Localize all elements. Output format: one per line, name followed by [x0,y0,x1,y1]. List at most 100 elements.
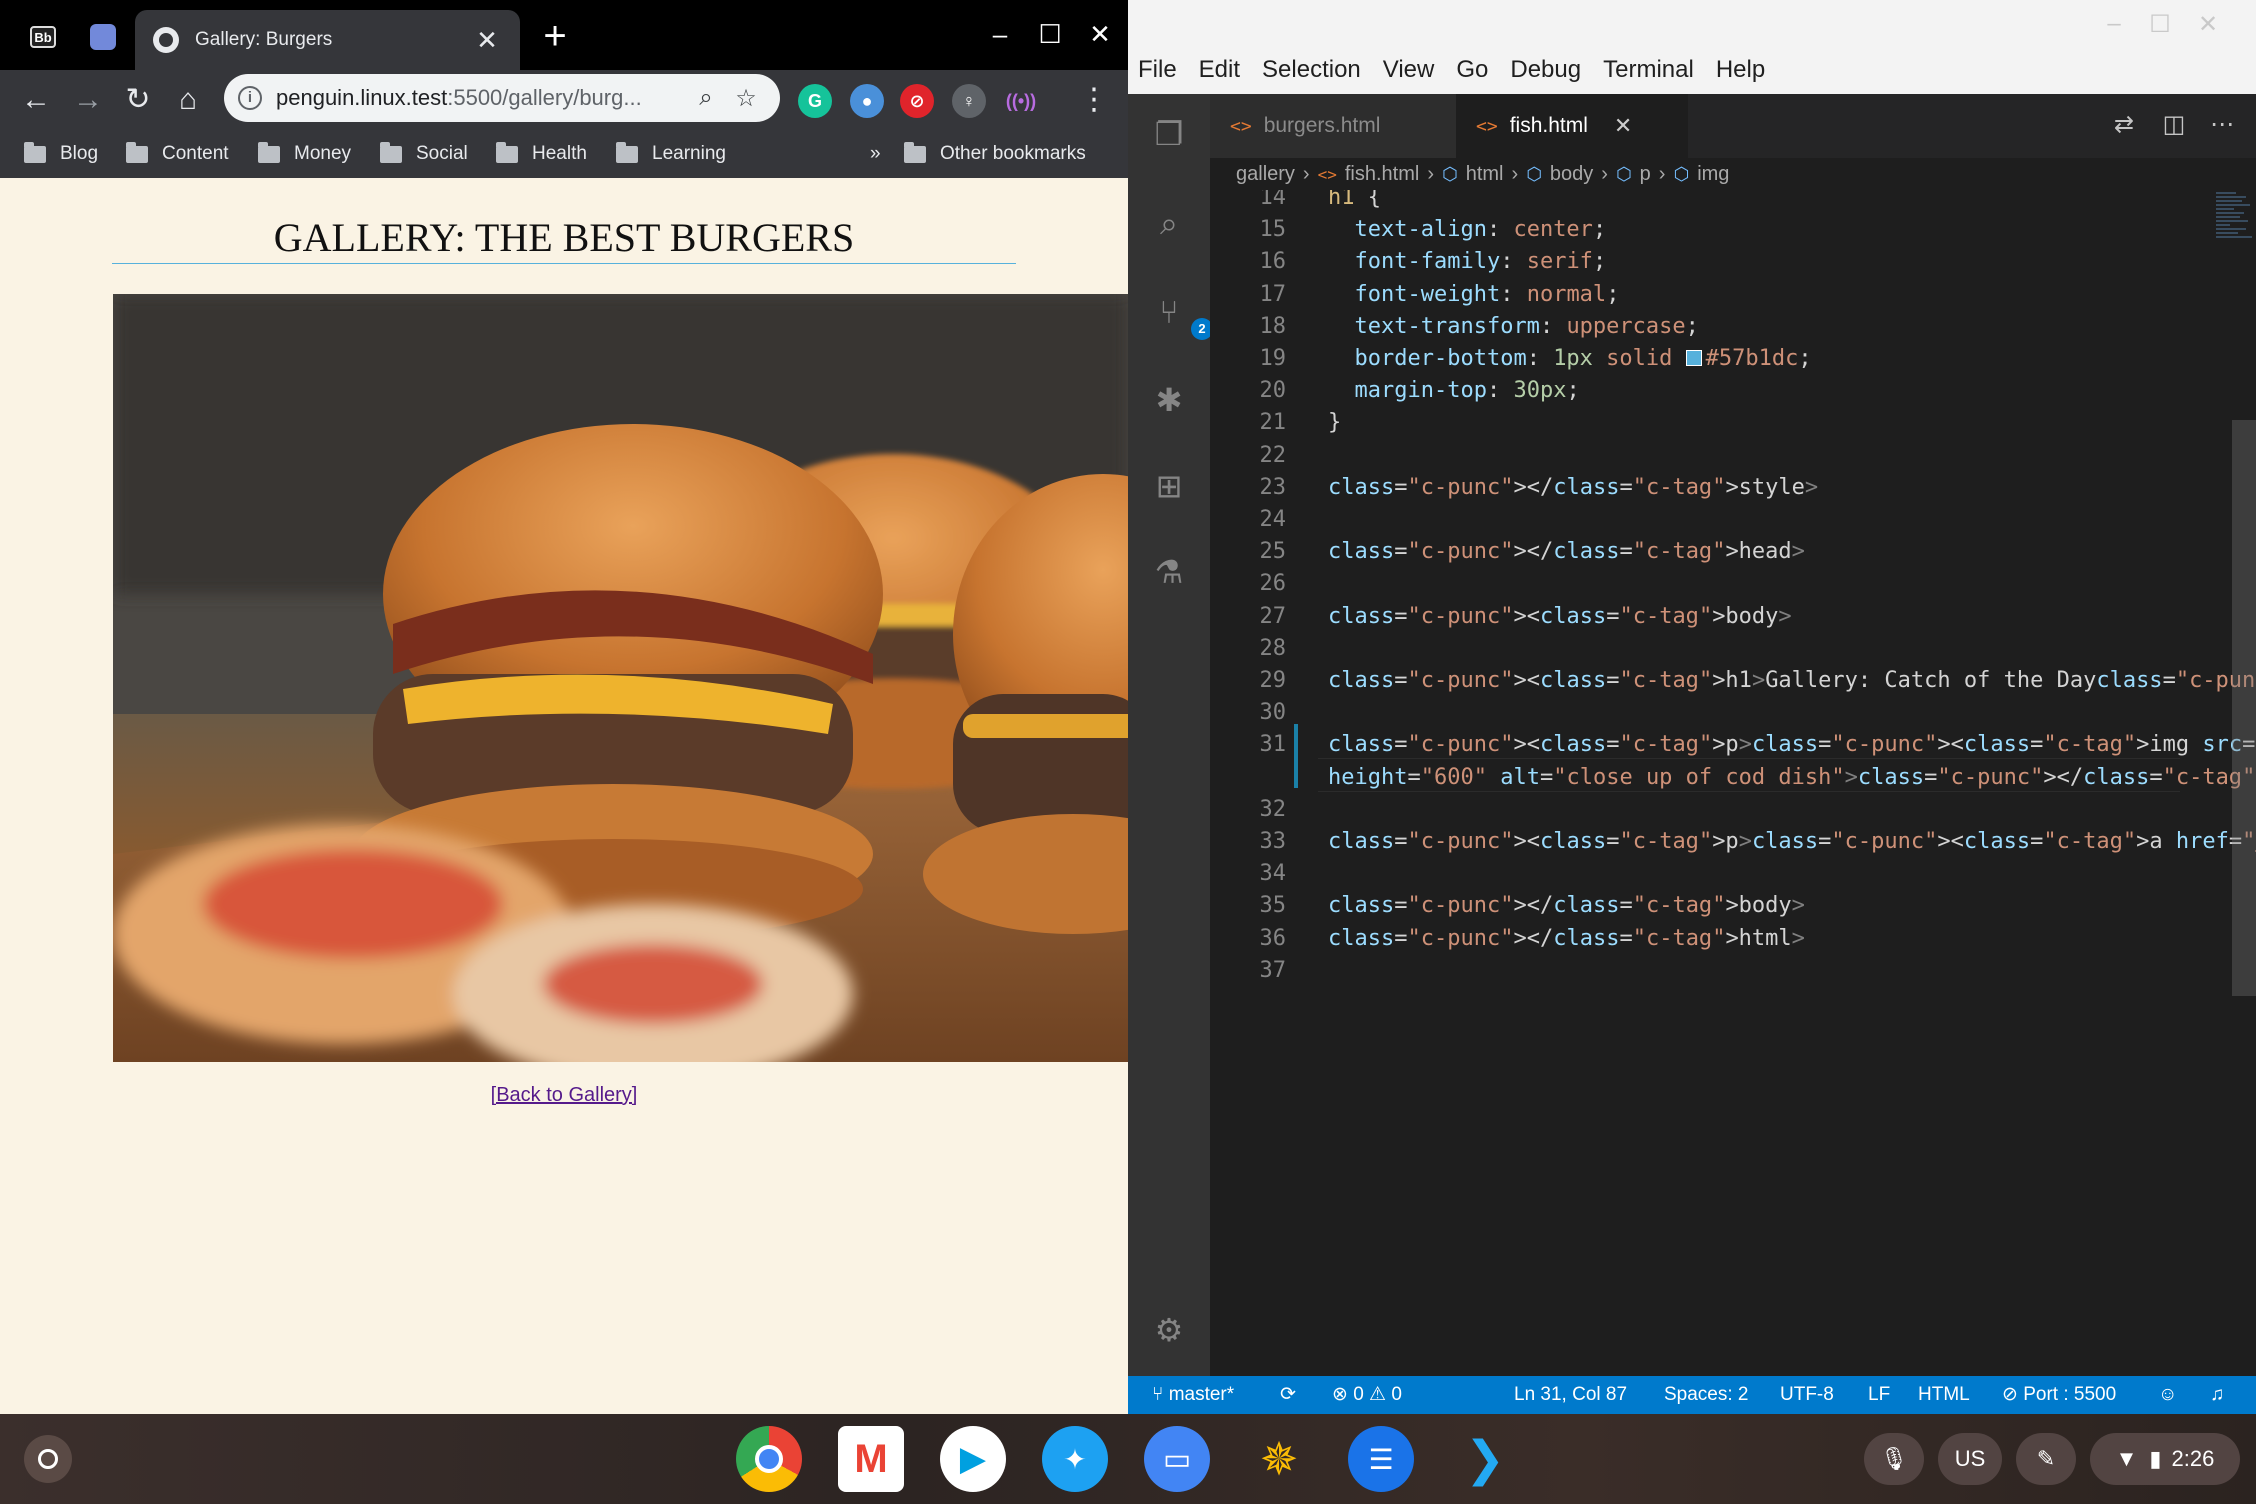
bell-icon[interactable]: ♫ [2210,1376,2224,1414]
extension-stop-icon[interactable]: ⊘ [900,84,934,118]
tab-gallery-burgers[interactable]: Gallery: Burgers ✕ [135,10,520,70]
vscode-app-icon[interactable]: ❯ [1452,1426,1518,1492]
code-line[interactable]: 35 class="c-punc"></class="c-tag">body> [1210,890,2256,922]
maximize-button[interactable]: ☐ [1030,14,1070,54]
minimize-button[interactable]: ‒ [980,14,1020,54]
debug-icon[interactable]: ✱ [1147,378,1191,422]
branch-indicator[interactable]: ⑂ master* [1152,1376,1234,1414]
source-control-icon[interactable]: ⑂ 2 [1147,290,1213,340]
extension-globe-icon[interactable]: ● [850,84,884,118]
bookmark-learning[interactable]: Learning [616,138,726,170]
code-line[interactable]: 34 [1210,858,2256,890]
messages-app-icon[interactable]: ☰ [1348,1426,1414,1492]
menu-dots-icon[interactable]: ⋮ [1072,78,1116,122]
grammarly-icon[interactable]: G [798,84,832,118]
code-line[interactable]: 15 text-align: center; [1210,214,2256,246]
code-line[interactable]: 18 text-transform: uppercase; [1210,311,2256,343]
close-window-button[interactable]: ✕ [1080,14,1120,54]
bookmark-health[interactable]: Health [496,138,587,170]
home-icon[interactable]: ⌂ [166,78,210,122]
live-server-port[interactable]: ⊘ Port : 5500 [2002,1376,2116,1414]
menu-selection[interactable]: Selection [1262,56,1361,84]
code-line[interactable]: height="600" alt="close up of cod dish">… [1210,762,2256,794]
bookmark-money[interactable]: Money [258,138,351,170]
minimap[interactable] [2216,190,2256,330]
new-tab-button[interactable]: + [535,16,575,56]
indentation[interactable]: Spaces: 2 [1664,1376,1749,1414]
info-icon[interactable]: i [238,86,262,110]
more-actions-icon[interactable]: ⋯ [2204,110,2240,139]
bookmark-content[interactable]: Content [126,138,229,170]
code-line[interactable]: 30 [1210,697,2256,729]
reload-icon[interactable]: ↻ [116,78,160,122]
close-window-button[interactable]: ✕ [2188,10,2228,39]
gmail-app-icon[interactable]: M [838,1426,904,1492]
twitter-app-icon[interactable]: ✦ [1042,1426,1108,1492]
feedback-icon[interactable]: ☺ [2158,1376,2177,1414]
code-line[interactable]: 14 h1 { [1210,190,2256,214]
bookmarks-overflow-button[interactable]: » [870,138,881,170]
open-changes-icon[interactable]: ⇄ [2106,110,2142,139]
extension-broadcast-icon[interactable]: ((•)) [1004,84,1038,118]
end-of-line[interactable]: LF [1868,1376,1890,1414]
system-tray[interactable]: ▼ ▮ 2:26 [2090,1433,2240,1485]
menu-help[interactable]: Help [1716,56,1765,84]
menu-go[interactable]: Go [1456,56,1488,84]
split-editor-icon[interactable]: ◫ [2156,110,2192,139]
back-icon[interactable]: ← [14,78,58,122]
search-icon[interactable]: ⌕ [1147,202,1191,246]
code-line[interactable]: 16 font-family: serif; [1210,246,2256,278]
code-line[interactable]: 24 [1210,504,2256,536]
code-line[interactable]: 27 class="c-punc"><class="c-tag">body> [1210,601,2256,633]
code-line[interactable]: 33 class="c-punc"><class="c-tag">p>class=… [1210,826,2256,858]
breadcrumb-img[interactable]: ⬡ img [1673,163,1729,186]
code-line[interactable]: 32 [1210,794,2256,826]
breadcrumb-p[interactable]: ⬡ p › [1616,163,1674,186]
breadcrumb-html[interactable]: ⬡ html › [1442,163,1526,186]
code-line[interactable]: 20 margin-top: 30px; [1210,375,2256,407]
files-icon[interactable]: ❐ [1147,112,1191,156]
close-icon[interactable]: ✕ [1614,113,1632,139]
code-line[interactable]: 17 font-weight: normal; [1210,279,2256,311]
code-editor[interactable]: 14 h1 {15 text-align: center; 16 font-fami… [1210,190,2256,1376]
pen-icon[interactable]: ✎ [2016,1433,2076,1485]
launcher-button[interactable] [24,1435,72,1483]
problems-indicator[interactable]: ⊗ 0 ⚠ 0 [1332,1376,1402,1414]
sync-icon[interactable]: ⟳ [1280,1376,1296,1414]
star-icon[interactable]: ☆ [726,84,766,113]
code-line[interactable]: 28 [1210,633,2256,665]
language-mode[interactable]: HTML [1918,1376,1970,1414]
code-line[interactable]: 26 [1210,568,2256,600]
menu-file[interactable]: File [1138,56,1177,84]
chrome-app-icon[interactable] [736,1426,802,1492]
photos-app-icon[interactable]: ✵ [1246,1426,1312,1492]
code-line[interactable]: 31 class="c-punc"><class="c-tag">p>class=… [1210,729,2256,761]
address-bar[interactable]: i penguin.linux.test:5500/gallery/burg..… [224,74,780,122]
extensions-icon[interactable]: ⊞ [1147,464,1191,508]
code-line[interactable]: 21} [1210,407,2256,439]
gear-icon[interactable]: ⚙ [1147,1308,1191,1352]
tab-fish-html[interactable]: <> fish.html ✕ [1456,94,1688,158]
bookmark-other[interactable]: Other bookmarks [904,138,1086,170]
breadcrumb-file[interactable]: <> fish.html › [1318,163,1442,186]
code-line[interactable]: 22 [1210,440,2256,472]
breadcrumb-gallery[interactable]: gallery › [1236,163,1318,186]
zoom-icon[interactable]: ⌕ [686,84,726,112]
minimize-button[interactable]: ‒ [2094,10,2134,38]
pinned-tab-discord[interactable] [74,12,132,62]
code-line[interactable]: 29 class="c-punc"><class="c-tag">h1>Galle… [1210,665,2256,697]
menu-view[interactable]: View [1383,56,1435,84]
close-icon[interactable]: ✕ [472,25,502,56]
code-line[interactable]: 23 class="c-punc"></class="c-tag">style> [1210,472,2256,504]
files-app-icon[interactable]: ▭ [1144,1426,1210,1492]
breadcrumb-body[interactable]: ⬡ body › [1526,163,1616,186]
test-icon[interactable]: ⚗ [1147,550,1191,594]
mic-icon[interactable]: 🎙 [1864,1433,1924,1485]
tab-burgers-html[interactable]: <> burgers.html [1210,94,1456,158]
menu-terminal[interactable]: Terminal [1603,56,1694,84]
editor-scrollbar[interactable] [2232,420,2256,996]
forward-icon[interactable]: → [66,78,110,122]
back-to-gallery-link[interactable]: [Back to Gallery] [0,1084,1128,1107]
code-line[interactable]: 25 class="c-punc"></class="c-tag">head> [1210,536,2256,568]
maximize-button[interactable]: ☐ [2140,10,2180,39]
